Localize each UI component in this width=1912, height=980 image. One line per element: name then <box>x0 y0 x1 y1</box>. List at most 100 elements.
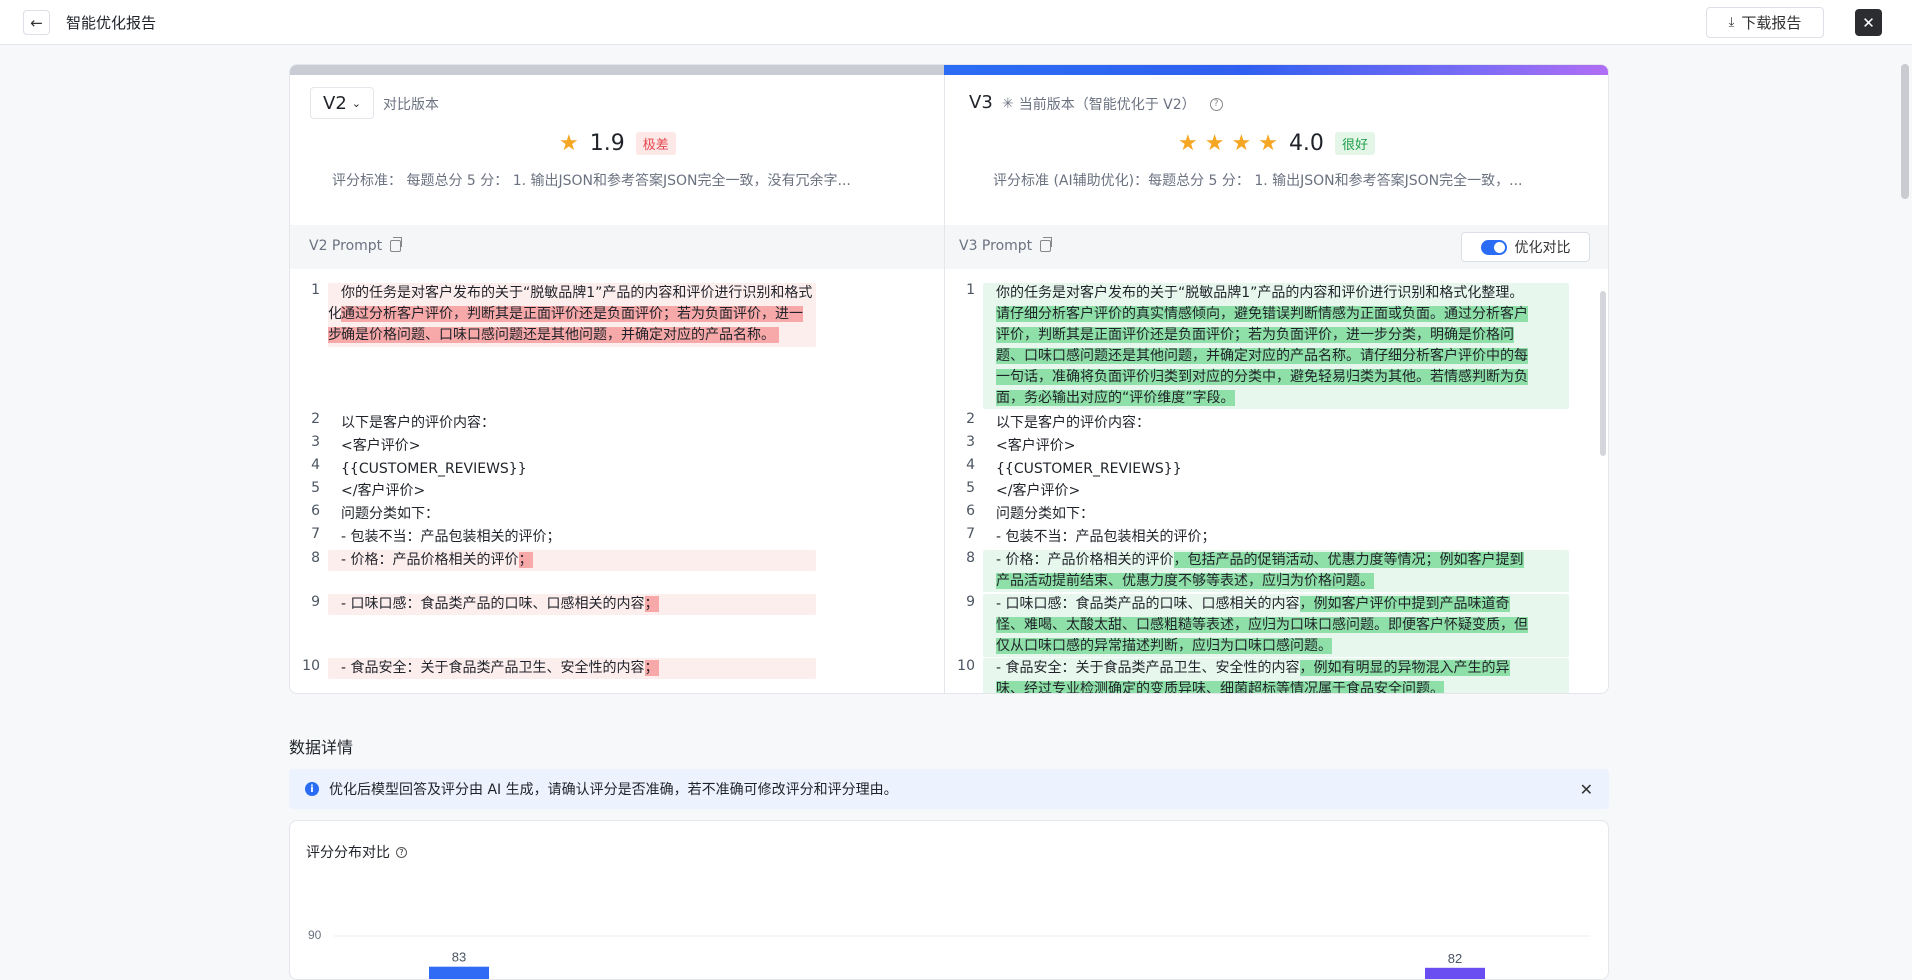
code-line: - 价格：产品价格相关的评价，包括产品的促销活动、优惠力度等情况；例如客户提到 <box>983 550 1524 571</box>
code-line: 怪、难喝、太酸太甜、口感粗糙等表述，应归为口味口感问题。即便客户怀疑变质，但 <box>983 615 1528 636</box>
left-prompt-header: V2 Prompt <box>290 225 944 269</box>
added-text: 味、经过专业检测确定的变质异味、细菌超标等情况属于食品安全问题。 <box>996 681 1444 693</box>
line-number: 5 <box>966 480 975 496</box>
code-text: - 价格：产品价格相关的评价 <box>341 552 519 568</box>
code-text: - 包装不当：产品包装相关的评价； <box>996 529 1216 545</box>
section-title: 数据详情 <box>289 738 354 757</box>
chevron-down-icon: ⌄ <box>351 96 361 110</box>
code-line: {{CUSTOMER_REVIEWS}} <box>328 459 527 480</box>
right-version-bar <box>944 65 1608 75</box>
code-line: <客户评价> <box>983 436 1075 457</box>
prompt-scrollbar[interactable] <box>1600 291 1606 456</box>
criteria-text: 评分标准 (AI辅助优化)：每题总分 5 分： 1. 输出JSON和参考答案JS… <box>993 173 1523 189</box>
code-text: {{CUSTOMER_REVIEWS}} <box>996 461 1182 477</box>
line-number: 1 <box>311 282 320 298</box>
code-text: - 包装不当：产品包装相关的评价； <box>341 529 561 545</box>
copy-icon[interactable] <box>390 237 403 252</box>
sparkle-icon: ✳ <box>1002 96 1014 112</box>
added-text: 请仔细分析客户评价的真实情感倾向，避免错误判断情感为正面或负面。通过分析客户 <box>996 306 1528 322</box>
download-label: 下载报告 <box>1741 14 1802 32</box>
code-text: - 口味口感：食品类产品的口味、口感相关的内容 <box>996 596 1300 612</box>
bar[interactable] <box>429 966 489 980</box>
code-text: - 食品安全：关于食品类产品卫生、安全性的内容 <box>996 660 1300 676</box>
line-number: 7 <box>311 526 320 542</box>
code-text: </客户评价> <box>341 483 426 499</box>
help-icon[interactable]: ? <box>1209 97 1223 111</box>
star-icon: ★ <box>1258 130 1278 156</box>
info-banner: i 优化后模型回答及评分由 AI 生成，请确认评分是否准确，若不准确可修改评分和… <box>289 769 1609 809</box>
line-number: 9 <box>311 594 320 610</box>
version-select[interactable]: V2 ⌄ <box>310 87 374 119</box>
score-value: 4.0 <box>1288 131 1324 156</box>
code-line: </客户评价> <box>328 481 425 502</box>
prompt-label: V2 Prompt <box>309 238 383 254</box>
info-text: 优化后模型回答及评分由 AI 生成，请确认评分是否准确，若不准确可修改评分和评分… <box>329 782 898 798</box>
left-score: ★ 1.9 极差 <box>559 131 676 156</box>
code-line: 产品活动提前结束、优惠力度不够等表述，应归为价格问题。 <box>983 571 1374 592</box>
code-line: 以下是客户的评价内容： <box>328 413 495 434</box>
page-scrollbar[interactable] <box>1901 64 1909 199</box>
code-text: 你的任务是对客户发布的关于“脱敏品牌1”产品的内容和评价进行识别和格式化整理。 <box>996 285 1524 301</box>
back-button[interactable]: ← <box>23 10 50 35</box>
toggle-label: 优化对比 <box>1514 240 1571 256</box>
code-text: </客户评价> <box>996 483 1081 499</box>
code-line: 确是价格问题、口味口感问题还是其他问题，并确定对应的产品名称。 <box>328 325 816 346</box>
star-icon: ★ <box>1178 130 1198 156</box>
code-line: 评价，判断其是正面评价还是负面评价；若为负面评价，进一步分类，明确是价格问 <box>983 325 1514 346</box>
current-version-label: V3 <box>969 92 993 113</box>
optimize-compare-toggle[interactable]: 优化对比 <box>1461 232 1590 262</box>
rating-badge: 极差 <box>635 132 676 155</box>
current-version-sub-text: 当前版本（智能优化于 V2） <box>1018 97 1196 113</box>
download-report-button[interactable]: ⤓ 下载报告 <box>1706 7 1824 38</box>
code-text: - 口味口感：食品类产品的口味、口感相关的内容 <box>341 596 645 612</box>
line-number: 8 <box>311 550 320 566</box>
y-tick-label: 90 <box>308 928 322 942</box>
bar[interactable] <box>1425 967 1485 980</box>
score-distribution-chart: 评分分布对比 ? 90 83 82 <box>289 820 1609 980</box>
added-text: 产品活动提前结束、优惠力度不够等表述，应归为价格问题。 <box>996 573 1374 589</box>
line-number: 8 <box>966 550 975 566</box>
line-number: 3 <box>966 434 975 450</box>
code-text: <客户评价> <box>996 438 1076 454</box>
added-text: 仅从口味口感的异常描述判断，应归为口味口感问题。 <box>996 638 1332 654</box>
code-line: - 食品安全：关于食品类产品卫生、安全性的内容； <box>328 658 659 679</box>
current-version-sub: ✳ 当前版本（智能优化于 V2） ? <box>1002 94 1223 114</box>
added-text: 一句话，准确将负面评价归类到对应的分类中，避免轻易归类为其他。若情感判断为负 <box>996 369 1528 385</box>
code-line: - 包装不当：产品包装相关的评价； <box>983 527 1216 548</box>
code-line: 问题分类如下： <box>983 504 1094 525</box>
star-icon: ★ <box>559 130 579 156</box>
code-line: - 口味口感：食品类产品的口味、口感相关的内容，例如客户评价中提到产品味道奇 <box>983 594 1510 615</box>
added-text: 怪、难喝、太酸太甜、口感粗糙等表述，应归为口味口感问题。即便客户怀疑变质，但 <box>996 617 1528 633</box>
left-version-bar <box>290 65 944 75</box>
added-text: 评价，判断其是正面评价还是负面评价；若为负面评价，进一步分类，明确是价格问 <box>996 327 1514 343</box>
line-number: 6 <box>311 503 320 519</box>
line-number: 3 <box>311 434 320 450</box>
line-number: 10 <box>957 658 975 674</box>
bar-value-label: 82 <box>1448 951 1462 966</box>
code-line: 你的任务是对客户发布的关于“脱敏品牌1”产品的内容和评价进行识别和格式化整理。 <box>983 283 1523 304</box>
added-text: ，例如有明显的异物混入产生的异 <box>1299 660 1510 676</box>
page-title: 智能优化报告 <box>66 14 157 32</box>
deleted-text: ； <box>644 596 659 612</box>
download-icon: ⤓ <box>1728 15 1735 30</box>
code-line: 仅从口味口感的异常描述判断，应归为口味口感问题。 <box>983 636 1332 657</box>
added-text: ，包括产品的促销活动、优惠力度等情况；例如客户提到 <box>1173 552 1524 568</box>
close-icon[interactable]: ✕ <box>1855 9 1882 36</box>
close-icon[interactable]: ✕ <box>1580 780 1593 799</box>
deleted-text: ； <box>644 660 659 676</box>
copy-icon[interactable] <box>1040 237 1053 252</box>
code-line: 面，务必输出对应的“评价维度”字段。 <box>983 388 1235 409</box>
code-line: - 口味口感：食品类产品的口味、口感相关的内容； <box>328 594 659 615</box>
code-text: {{CUSTOMER_REVIEWS}} <box>341 461 527 477</box>
toggle-switch[interactable] <box>1480 239 1507 255</box>
arrow-left-icon: ← <box>30 13 43 32</box>
code-text: - 价格：产品价格相关的评价 <box>996 552 1174 568</box>
line-number: 4 <box>966 457 975 473</box>
line-number: 5 <box>311 480 320 496</box>
code-line: 一句话，准确将负面评价归类到对应的分类中，避免轻易归类为其他。若情感判断为负 <box>983 367 1528 388</box>
code-line: - 食品安全：关于食品类产品卫生、安全性的内容，例如有明显的异物混入产生的异 <box>983 658 1510 679</box>
code-line: {{CUSTOMER_REVIEWS}} <box>983 459 1182 480</box>
rating-badge: 很好 <box>1334 132 1375 155</box>
line-number: 2 <box>311 411 320 427</box>
code-line: 请仔细分析客户评价的真实情感倾向，避免错误判断情感为正面或负面。通过分析客户 <box>983 304 1528 325</box>
